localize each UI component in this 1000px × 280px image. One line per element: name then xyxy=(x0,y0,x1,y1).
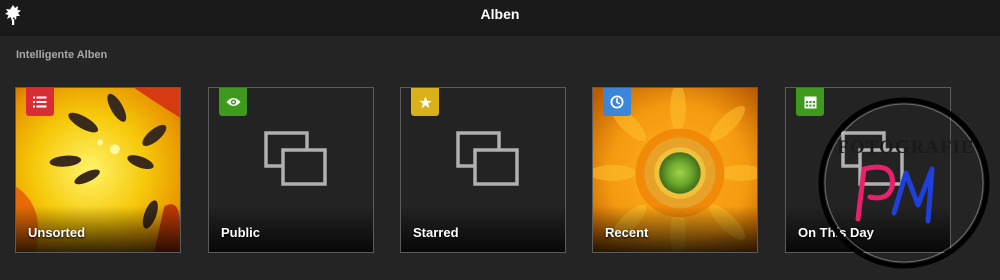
calendar-icon xyxy=(804,96,816,108)
eye-badge xyxy=(219,88,247,116)
album-label: Unsorted xyxy=(28,225,86,240)
list-badge xyxy=(26,88,54,116)
section-title: Intelligente Alben xyxy=(16,49,108,61)
album-starred[interactable]: Starred xyxy=(400,87,566,253)
album-unsorted[interactable]: Unsorted xyxy=(15,87,181,253)
empty-album-placeholder-icon xyxy=(456,131,519,186)
album-label: On This Day xyxy=(798,225,874,240)
clock-badge xyxy=(603,88,631,116)
empty-album-placeholder-icon xyxy=(264,131,327,186)
page-title: Alben xyxy=(480,6,520,22)
album-label: Public xyxy=(221,225,261,240)
album-label: Recent xyxy=(605,225,649,240)
star-icon xyxy=(418,96,432,108)
clock-icon xyxy=(610,95,624,109)
album-label: Starred xyxy=(413,225,459,240)
album-on-this-day[interactable]: On This Day xyxy=(785,87,951,253)
calendar-badge xyxy=(796,88,824,116)
album-recent[interactable]: Recent xyxy=(592,87,758,253)
top-bar: Alben xyxy=(0,0,1000,36)
star-badge xyxy=(411,88,439,116)
eye-icon xyxy=(226,98,240,106)
album-public[interactable]: Public xyxy=(208,87,374,253)
empty-album-placeholder-icon xyxy=(841,131,904,186)
list-icon xyxy=(33,96,47,108)
